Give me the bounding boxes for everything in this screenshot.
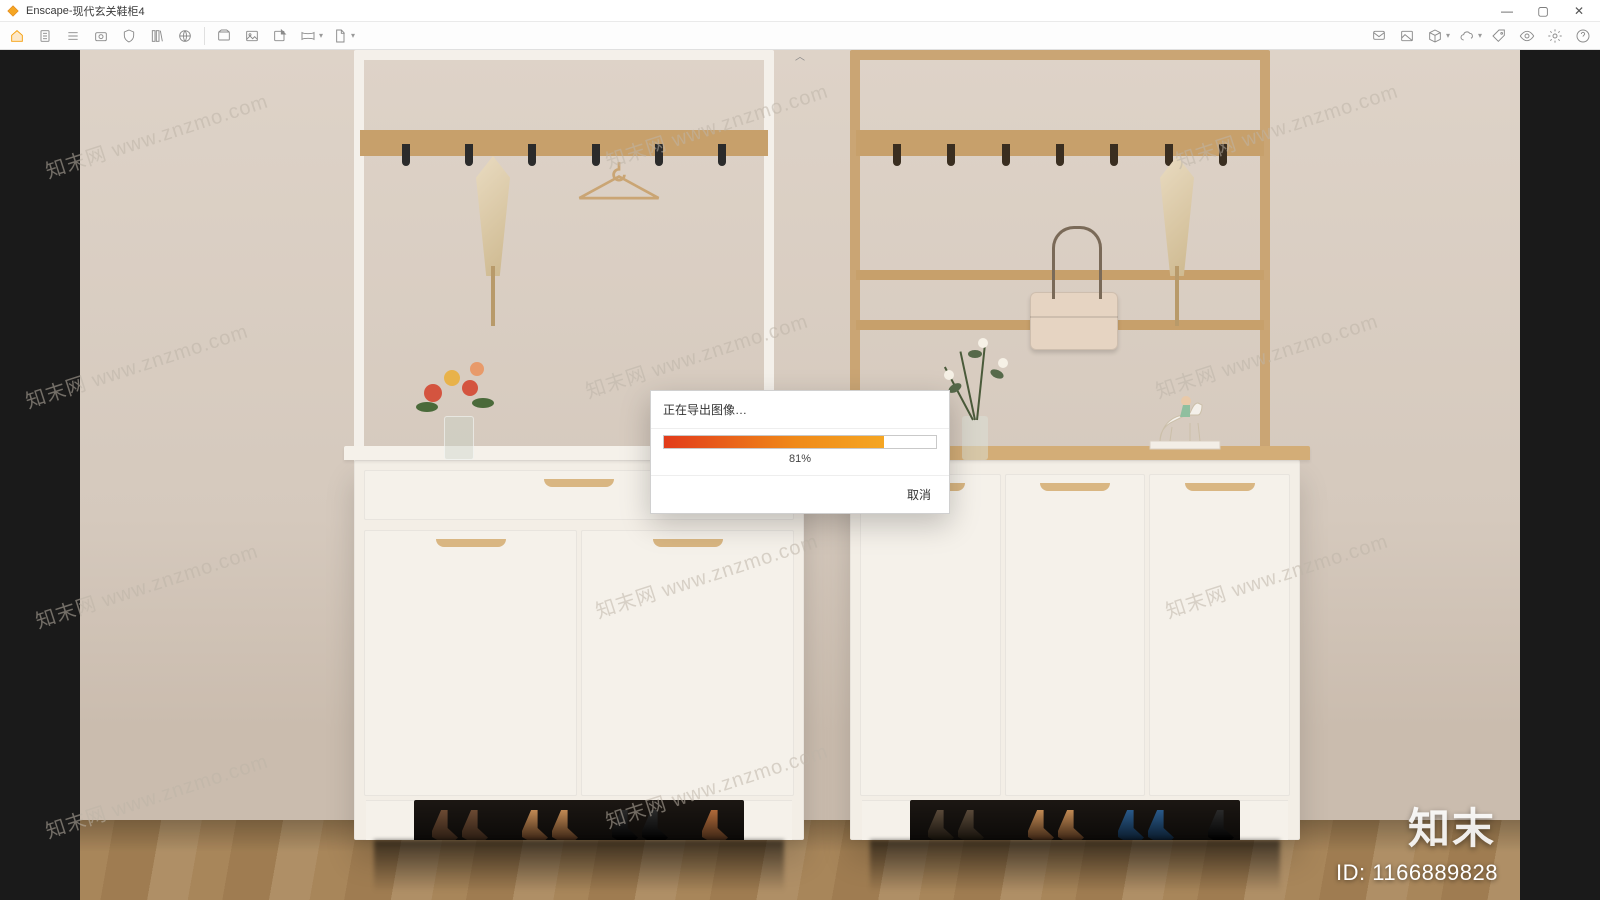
toolbar-separator (204, 27, 205, 45)
image-icon[interactable] (239, 25, 265, 47)
watermark-text: 知末网 www.znzmo.com (31, 535, 261, 634)
export-progress-dialog: 正在导出图像… 81% 取消 (650, 390, 950, 514)
cancel-button[interactable]: 取消 (901, 484, 937, 505)
watermark-text: 知末网 www.znzmo.com (41, 85, 271, 184)
brand-watermark: 知末 (1408, 795, 1496, 856)
window-minimize-button[interactable]: — (1498, 4, 1516, 18)
window-title-app: Enscape (26, 5, 69, 17)
cloud-icon[interactable] (1454, 25, 1480, 47)
gallery-icon[interactable] (1394, 25, 1420, 47)
chevron-down-icon[interactable]: ▾ (1446, 31, 1450, 40)
home-icon[interactable] (4, 25, 30, 47)
chevron-down-icon[interactable]: ▾ (351, 31, 355, 40)
list-icon[interactable] (60, 25, 86, 47)
app-logo-icon (6, 4, 20, 18)
progress-bar (663, 435, 937, 449)
settings-gear-icon[interactable] (1542, 25, 1568, 47)
render-viewport[interactable]: 知末网 www.znzmo.com 知末网 www.znzmo.com 知末网 … (0, 50, 1600, 900)
title-bar: Enscape - 现代玄关鞋柜4 — ▢ ✕ (0, 0, 1600, 22)
progress-percent-label: 81% (663, 449, 937, 467)
window-title-doc: 现代玄关鞋柜4 (72, 3, 144, 19)
panorama-icon[interactable] (295, 25, 321, 47)
shield-icon[interactable] (116, 25, 142, 47)
tag-icon[interactable] (1486, 25, 1512, 47)
main-toolbar: ▾ ▾ ▾ ▾ (0, 22, 1600, 50)
chevron-down-icon[interactable]: ▾ (319, 31, 323, 40)
watermark-text: 知末网 www.znzmo.com (21, 315, 251, 414)
export-image-icon[interactable] (267, 25, 293, 47)
camera-preview-icon[interactable] (88, 25, 114, 47)
page-icon[interactable] (32, 25, 58, 47)
library-icon[interactable] (144, 25, 170, 47)
progress-fill (664, 436, 884, 448)
chevron-down-icon[interactable]: ▾ (1478, 31, 1482, 40)
expand-panel-handle[interactable]: ︿ (788, 50, 812, 60)
dialog-title: 正在导出图像… (651, 391, 949, 429)
feedback-icon[interactable] (1366, 25, 1392, 47)
window-maximize-button[interactable]: ▢ (1534, 4, 1552, 18)
window-close-button[interactable]: ✕ (1570, 4, 1588, 18)
cube-icon[interactable] (1422, 25, 1448, 47)
id-watermark: ID: 1166889828 (1336, 860, 1498, 886)
eye-icon[interactable] (1514, 25, 1540, 47)
help-icon[interactable] (1570, 25, 1596, 47)
export-file-icon[interactable] (327, 25, 353, 47)
capture-icon[interactable] (211, 25, 237, 47)
globe-icon[interactable] (172, 25, 198, 47)
